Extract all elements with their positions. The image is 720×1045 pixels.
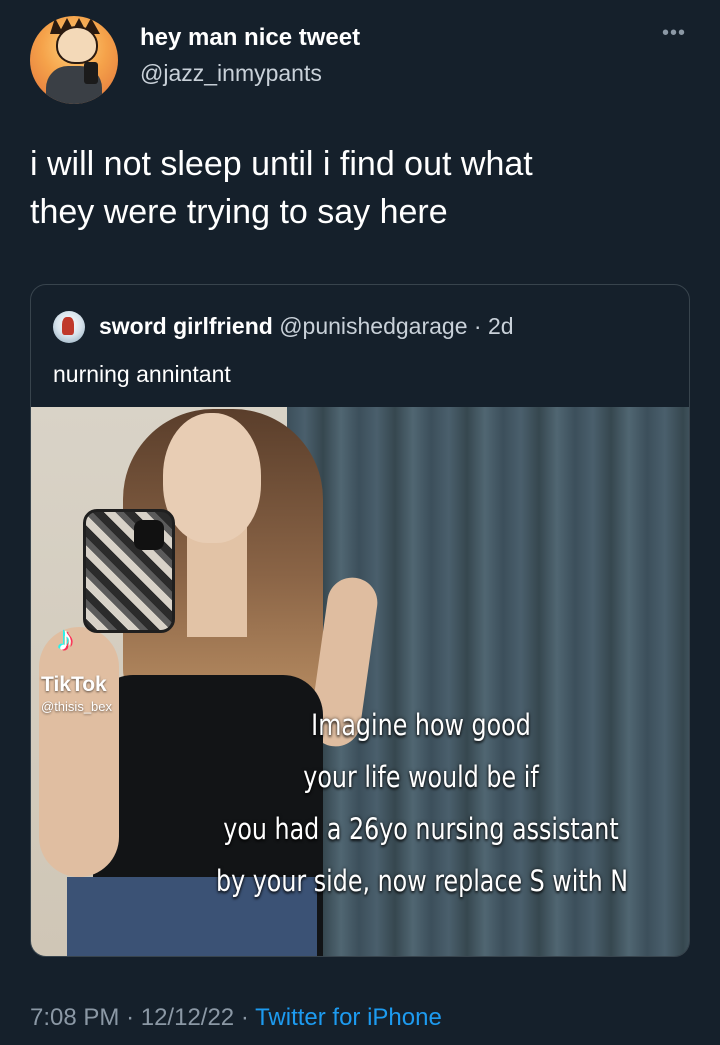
caption-line: you had a 26yo nursing assistant: [223, 812, 619, 846]
author-handle[interactable]: @jazz_inmypants: [140, 60, 322, 87]
quoted-handle[interactable]: @punishedgarage: [279, 313, 467, 339]
quoted-text: nurning annintant: [53, 361, 231, 387]
tweet-text: i will not sleep until i find out what t…: [30, 140, 690, 236]
quoted-tweet[interactable]: sword girlfriend @punishedgarage · 2d nu…: [30, 284, 690, 957]
media-arm: [39, 627, 119, 877]
caption-line: your life would be if: [303, 760, 539, 794]
author-display-name[interactable]: hey man nice tweet: [140, 24, 360, 52]
footer-separator: ·: [126, 1004, 135, 1031]
tweet-source-link[interactable]: Twitter for iPhone: [255, 1004, 442, 1031]
quoted-separator: ·: [473, 313, 482, 339]
quoted-display-name[interactable]: sword girlfriend: [99, 313, 273, 339]
media-phone-camera: [134, 520, 164, 550]
tweet-text-line: i will not sleep until i find out what: [30, 145, 533, 183]
tweet-footer: 7:08 PM · 12/12/22 · Twitter for iPhone: [30, 1004, 442, 1032]
tweet-date[interactable]: 12/12/22: [141, 1004, 234, 1031]
tiktok-user: @thisis_bex: [41, 699, 113, 714]
tiktok-brand: TikTok: [41, 673, 107, 696]
media-neck: [187, 527, 247, 637]
quoted-avatar[interactable]: [53, 311, 85, 343]
quoted-header: sword girlfriend @punishedgarage · 2d: [99, 313, 514, 340]
tiktok-icon: ♪: [57, 620, 74, 658]
media-caption: Imagine how good your life would be if y…: [216, 699, 629, 907]
caption-line: by your side, now replace S with N: [216, 864, 629, 898]
avatar-phone: [84, 62, 98, 84]
media-phone: [83, 509, 175, 633]
tweet-time[interactable]: 7:08 PM: [30, 1004, 119, 1031]
footer-separator: ·: [240, 1004, 249, 1031]
avatar-face: [56, 26, 98, 64]
tweet-text-line: they were trying to say here: [30, 193, 448, 231]
avatar[interactable]: [30, 16, 118, 104]
quoted-media-image[interactable]: ♪ TikTok @thisis_bex Imagine how good yo…: [31, 407, 689, 956]
caption-line: Imagine how good: [311, 708, 531, 742]
more-icon[interactable]: •••: [656, 23, 692, 48]
quoted-time[interactable]: 2d: [488, 313, 514, 339]
media-face: [163, 413, 261, 543]
